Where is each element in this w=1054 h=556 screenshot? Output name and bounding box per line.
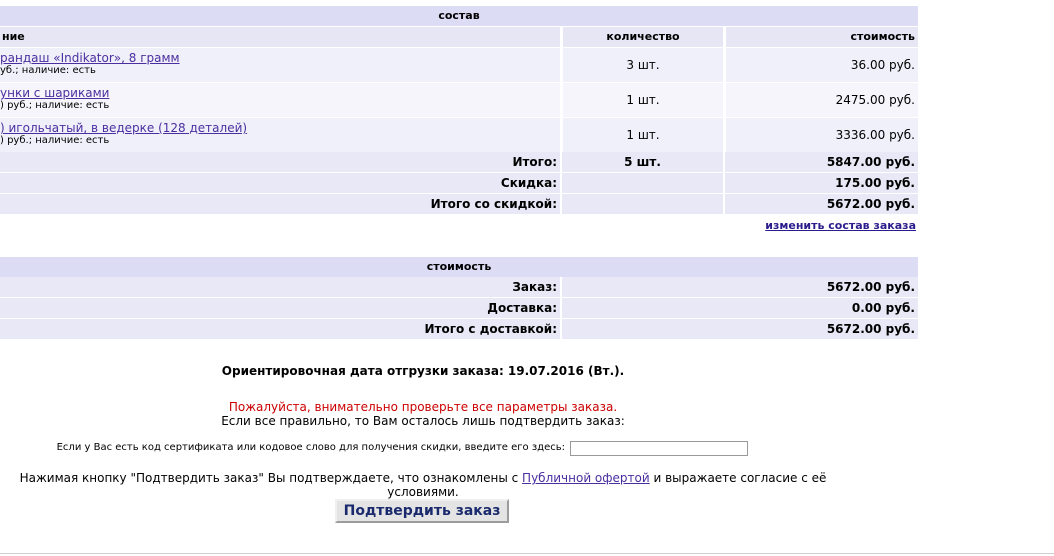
offer-text-before: Нажимая кнопку "Подтвердить заказ" Вы по… bbox=[19, 471, 519, 485]
confirm-hint: Если все правильно, то Вам осталось лишь… bbox=[221, 414, 625, 428]
item-cost: 2475.00 руб. bbox=[725, 83, 918, 117]
public-offer-link[interactable]: Публичной офертой bbox=[522, 471, 650, 485]
composition-header-text: состав bbox=[438, 9, 480, 22]
cost-header-text: стоимость bbox=[426, 260, 492, 273]
item-link[interactable]: унки с шариками bbox=[0, 86, 109, 100]
order-label: Заказ: bbox=[512, 280, 557, 294]
offer-text: Нажимая кнопку "Подтвердить заказ" Вы по… bbox=[0, 471, 846, 499]
discount-value: 175.00 руб. bbox=[835, 176, 915, 190]
warning-text: Пожалуйста, внимательно проверьте все па… bbox=[228, 400, 618, 414]
item-availability: уб.; наличие: есть bbox=[0, 65, 96, 76]
total-qty: 5 шт. bbox=[624, 155, 661, 169]
total-discount-label: Итого со скидкой: bbox=[430, 197, 557, 211]
delivery-value: 0.00 руб. bbox=[851, 301, 915, 315]
item-link[interactable]: ) игольчатый, в ведерке (128 деталей) bbox=[0, 121, 247, 135]
delivery-row: Доставка: 0.00 руб. bbox=[0, 298, 918, 318]
discount-label: Скидка: bbox=[500, 176, 557, 190]
shipping-date: Ориентировочная дата отгрузки заказа: 19… bbox=[221, 364, 625, 378]
discount-row: Скидка: 175.00 руб. bbox=[0, 173, 918, 193]
col-name-header: ние bbox=[2, 30, 25, 43]
total-delivery-row: Итого с доставкой: 5672.00 руб. bbox=[0, 319, 918, 339]
delivery-label: Доставка: bbox=[487, 301, 557, 315]
total-discount-value: 5672.00 руб. bbox=[826, 197, 915, 211]
total-delivery-label: Итого с доставкой: bbox=[424, 322, 557, 336]
composition-header: состав bbox=[0, 6, 918, 26]
col-cost-header: стоимость bbox=[725, 27, 918, 47]
composition-column-headers: ние количество стоимость bbox=[0, 27, 918, 47]
total-cost: 5847.00 руб. bbox=[826, 155, 915, 169]
edit-order-link[interactable]: изменить состав заказа bbox=[765, 219, 916, 232]
item-availability: ) руб.; наличие: есть bbox=[0, 135, 110, 146]
order-value: 5672.00 руб. bbox=[826, 280, 915, 294]
item-link[interactable]: рандаш «Indikator», 8 грамм bbox=[0, 51, 180, 65]
item-qty: 1 шт. bbox=[562, 118, 723, 152]
table-row: ) игольчатый, в ведерке (128 деталей) ) … bbox=[0, 118, 918, 152]
item-cost: 36.00 руб. bbox=[725, 48, 918, 82]
confirm-order-button[interactable]: Подтвердить заказ bbox=[335, 499, 509, 523]
col-qty-header: количество bbox=[562, 27, 723, 47]
item-qty: 1 шт. bbox=[562, 83, 723, 117]
total-row: Итого: 5 шт. 5847.00 руб. bbox=[0, 152, 918, 172]
bottom-divider bbox=[0, 553, 1054, 554]
promo-label: Если у Вас есть код сертификата или кодо… bbox=[56, 442, 565, 453]
total-label: Итого: bbox=[512, 155, 557, 169]
order-cost-row: Заказ: 5672.00 руб. bbox=[0, 277, 918, 297]
item-availability: ) руб.; наличие: есть bbox=[0, 100, 110, 111]
cost-header: стоимость bbox=[0, 257, 918, 277]
table-row: унки с шариками ) руб.; наличие: есть 1 … bbox=[0, 83, 918, 117]
table-row: рандаш «Indikator», 8 грамм уб.; наличие… bbox=[0, 48, 918, 82]
item-cost: 3336.00 руб. bbox=[725, 118, 918, 152]
total-delivery-value: 5672.00 руб. bbox=[826, 322, 915, 336]
item-qty: 3 шт. bbox=[562, 48, 723, 82]
total-discount-row: Итого со скидкой: 5672.00 руб. bbox=[0, 194, 918, 214]
promo-code-input[interactable] bbox=[570, 441, 748, 456]
